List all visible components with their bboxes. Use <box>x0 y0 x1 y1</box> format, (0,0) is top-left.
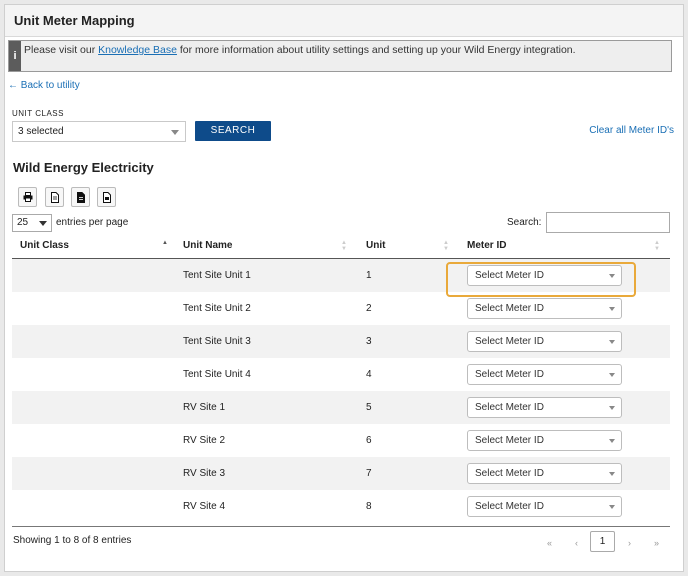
unit-name-cell: RV Site 1 <box>183 402 226 413</box>
meter-id-select[interactable]: Select Meter ID <box>467 331 622 352</box>
column-header-unit[interactable]: Unit <box>366 240 385 251</box>
excel-icon <box>77 192 85 203</box>
print-icon <box>23 192 33 202</box>
column-header-meter-id[interactable]: Meter ID <box>467 240 506 251</box>
entries-per-page-value: 25 <box>17 217 29 228</box>
meter-id-select[interactable]: Select Meter ID <box>467 298 622 319</box>
chevron-down-icon <box>171 130 179 135</box>
chevron-down-icon <box>609 472 615 476</box>
table-info: Showing 1 to 8 of 8 entries <box>13 535 132 546</box>
unit-cell: 8 <box>366 501 372 512</box>
unit-class-selected-value: 3 selected <box>18 126 64 137</box>
unit-cell: 1 <box>366 270 372 281</box>
table-search-input[interactable] <box>546 212 670 233</box>
meter-id-select[interactable]: Select Meter ID <box>467 430 622 451</box>
unit-cell: 6 <box>366 435 372 446</box>
chevron-down-icon <box>609 340 615 344</box>
excel-export-button[interactable] <box>71 187 90 207</box>
table-row: RV Site 1 5 Select Meter ID <box>12 391 670 424</box>
meter-id-select[interactable]: Select Meter ID <box>467 397 622 418</box>
meter-id-placeholder: Select Meter ID <box>475 336 544 347</box>
section-title: Wild Energy Electricity <box>13 160 154 175</box>
table-row: RV Site 2 6 Select Meter ID <box>12 424 670 457</box>
column-header-unit-name[interactable]: Unit Name <box>183 240 232 251</box>
meter-id-select[interactable]: Select Meter ID <box>467 463 622 484</box>
pdf-icon <box>103 192 111 203</box>
meter-id-placeholder: Select Meter ID <box>475 501 544 512</box>
unit-class-label: UNIT CLASS <box>12 109 64 118</box>
info-notice: i Please visit our Knowledge Base for mo… <box>8 40 672 72</box>
sort-icon: ▲ ▼ <box>443 240 449 252</box>
table-row: RV Site 3 7 Select Meter ID <box>12 457 670 490</box>
chevron-down-icon <box>609 373 615 377</box>
pdf-export-button[interactable] <box>97 187 116 207</box>
search-button[interactable]: SEARCH <box>195 121 271 141</box>
entries-per-page-select[interactable]: 25 <box>12 214 52 232</box>
unit-name-cell: Tent Site Unit 2 <box>183 303 251 314</box>
unit-name-cell: RV Site 4 <box>183 501 226 512</box>
previous-page-button[interactable]: ‹ <box>575 538 578 548</box>
chevron-down-icon <box>39 221 47 226</box>
meter-id-select[interactable]: Select Meter ID <box>467 496 622 517</box>
next-page-button[interactable]: › <box>628 538 631 548</box>
table-row: RV Site 4 8 Select Meter ID <box>12 490 670 523</box>
notice-text-before: Please visit our <box>24 44 99 56</box>
unit-cell: 7 <box>366 468 372 479</box>
unit-name-cell: Tent Site Unit 1 <box>183 270 251 281</box>
table-header: Unit Class ▲ Unit Name ▲ ▼ Unit ▲ ▼ Meter … <box>12 236 670 259</box>
chevron-down-icon <box>609 505 615 509</box>
unit-cell: 4 <box>366 369 372 380</box>
sort-icon: ▲ ▼ <box>341 240 347 252</box>
csv-icon <box>51 192 59 203</box>
notice-text: Please visit our Knowledge Base for more… <box>24 44 664 56</box>
unit-cell: 3 <box>366 336 372 347</box>
table-footer-divider <box>12 526 670 527</box>
chevron-down-icon <box>609 307 615 311</box>
last-page-button[interactable]: » <box>654 538 659 548</box>
sort-icon: ▲ ▼ <box>654 240 660 252</box>
unit-cell: 5 <box>366 402 372 413</box>
panel-header: Unit Meter Mapping <box>5 5 683 37</box>
unit-name-cell: Tent Site Unit 3 <box>183 336 251 347</box>
unit-name-cell: RV Site 2 <box>183 435 226 446</box>
meter-id-placeholder: Select Meter ID <box>475 435 544 446</box>
clear-all-meter-ids-link[interactable]: Clear all Meter ID's <box>589 125 674 136</box>
meter-id-select[interactable]: Select Meter ID <box>467 364 622 385</box>
table-row: Tent Site Unit 4 4 Select Meter ID <box>12 358 670 391</box>
unit-cell: 2 <box>366 303 372 314</box>
info-icon: i <box>9 41 21 71</box>
table-search-label: Search: <box>507 217 542 228</box>
meter-id-placeholder: Select Meter ID <box>475 303 544 314</box>
sort-asc-icon: ▲ <box>162 240 168 246</box>
meter-id-placeholder: Select Meter ID <box>475 369 544 380</box>
print-button[interactable] <box>18 187 37 207</box>
unit-class-select[interactable]: 3 selected <box>12 121 186 142</box>
entries-per-page-label: entries per page <box>56 217 129 228</box>
column-header-unit-class[interactable]: Unit Class <box>20 240 69 251</box>
csv-export-button[interactable] <box>45 187 64 207</box>
first-page-button[interactable]: « <box>547 538 552 548</box>
back-to-utility-link[interactable]: ← Back to utility <box>8 80 80 91</box>
meter-id-placeholder: Select Meter ID <box>475 402 544 413</box>
knowledge-base-link[interactable]: Knowledge Base <box>98 44 177 56</box>
unit-name-cell: Tent Site Unit 4 <box>183 369 251 380</box>
meter-id-highlight <box>446 262 636 297</box>
unit-name-cell: RV Site 3 <box>183 468 226 479</box>
chevron-down-icon <box>609 406 615 410</box>
page-1-button[interactable]: 1 <box>590 531 615 552</box>
meter-id-placeholder: Select Meter ID <box>475 468 544 479</box>
notice-text-after: for more information about utility setti… <box>176 44 576 56</box>
chevron-down-icon <box>609 439 615 443</box>
page-title: Unit Meter Mapping <box>14 13 135 28</box>
table-row: Tent Site Unit 3 3 Select Meter ID <box>12 325 670 358</box>
